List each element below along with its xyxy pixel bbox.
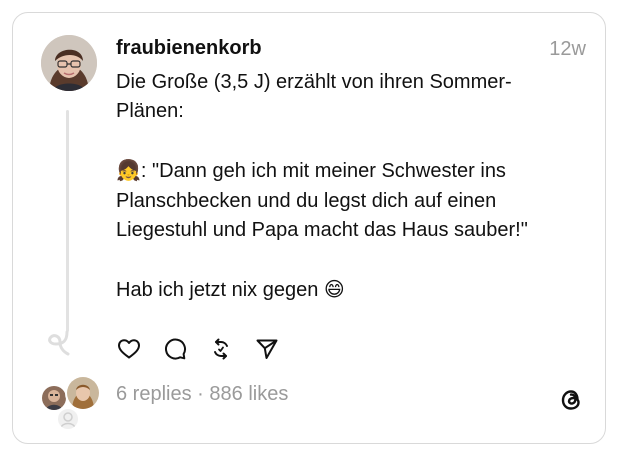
body-line: Plänen: <box>116 100 184 123</box>
username[interactable]: fraubienenkorb <box>116 37 262 60</box>
body-line: Die Große (3,5 J) erzählt von ihren Somm… <box>116 71 512 93</box>
replier-avatars[interactable] <box>40 375 101 430</box>
grin-emoji: 😄 <box>323 276 345 301</box>
reply-button[interactable] <box>162 336 188 362</box>
repost-button[interactable] <box>208 336 234 362</box>
likes-count[interactable]: 886 likes <box>209 383 288 405</box>
quote-text: : "Dann geh ich mit meiner Schwester ins <box>140 160 506 183</box>
threads-logo-icon[interactable] <box>557 386 585 414</box>
heart-icon <box>118 339 140 359</box>
body-line: Liegestuhl und Papa macht das Haus saube… <box>116 219 528 242</box>
body-line: Planschbecken und du legst dich auf eine… <box>116 189 497 212</box>
author-avatar[interactable] <box>41 35 97 91</box>
replier-avatar-placeholder <box>57 408 79 430</box>
send-icon <box>256 339 278 359</box>
replier-avatar <box>65 375 101 411</box>
body-line: Hab ich jetzt nix gegen 😄 <box>116 275 586 305</box>
stats-separator: · <box>191 383 210 405</box>
thread-line <box>66 110 69 332</box>
replies-count[interactable]: 6 replies <box>116 383 192 405</box>
body-line: 👧: "Dann geh ich mit meiner Schwester in… <box>116 156 586 186</box>
like-button[interactable] <box>116 336 142 362</box>
post-body: Die Große (3,5 J) erzählt von ihren Somm… <box>116 68 586 305</box>
girl-emoji: 👧 <box>116 158 141 183</box>
closing-text: Hab ich jetzt nix gegen <box>116 278 324 301</box>
post-timestamp[interactable]: 12w <box>549 38 586 61</box>
share-button[interactable] <box>254 336 280 362</box>
comment-icon <box>165 338 186 360</box>
post-stats[interactable]: 6 replies · 886 likes <box>116 383 288 406</box>
repost-icon <box>214 338 228 360</box>
action-bar <box>116 336 280 362</box>
thread-tail-icon <box>48 330 70 356</box>
